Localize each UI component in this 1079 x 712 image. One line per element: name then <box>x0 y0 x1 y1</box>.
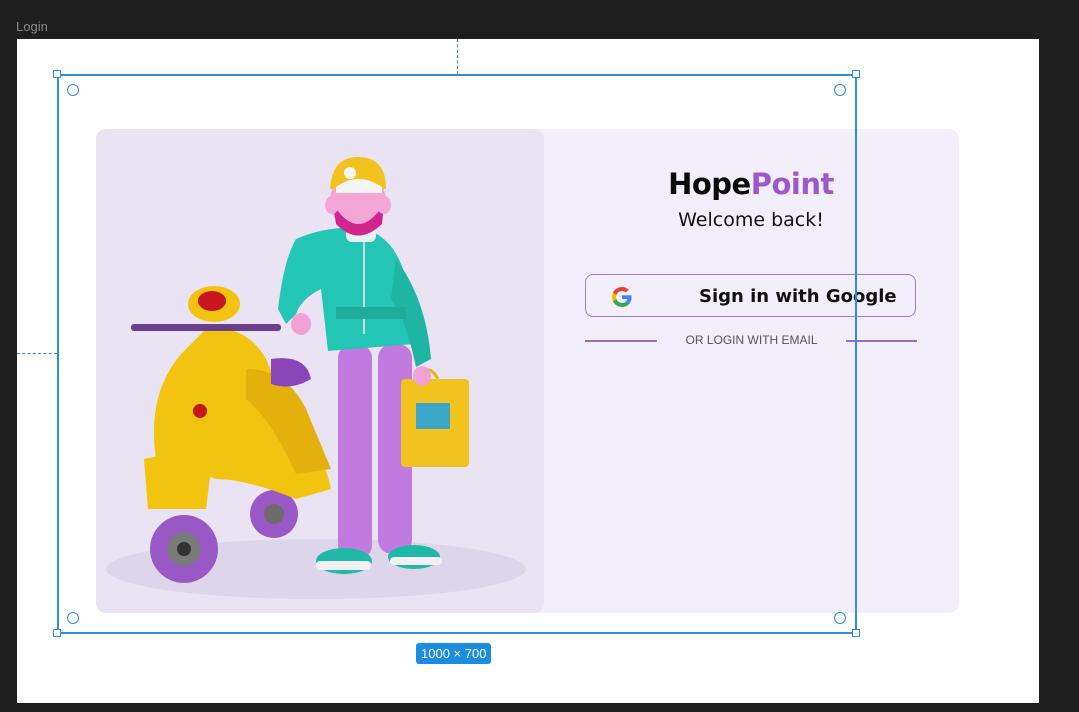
welcome-heading: Welcome back! <box>678 209 824 231</box>
resize-handle-bottom-left[interactable] <box>53 629 61 637</box>
frame-name-label[interactable]: Login <box>16 19 48 34</box>
login-card: HopePoint Welcome back! Sign in with Goo… <box>96 129 959 613</box>
illustration-panel <box>96 129 544 613</box>
rotate-handle-top-right[interactable] <box>834 84 846 96</box>
brand-name-part2: Point <box>750 167 835 201</box>
vertical-guide <box>457 39 458 74</box>
rotate-handle-top-left[interactable] <box>67 84 79 96</box>
google-button-label: Sign in with Google <box>699 286 897 307</box>
resize-handle-bottom-right[interactable] <box>852 629 860 637</box>
divider-line-left <box>585 340 657 342</box>
selection-size-badge: 1000 × 700 <box>416 643 492 664</box>
resize-handle-top-right[interactable] <box>852 70 860 78</box>
rotate-handle-bottom-left[interactable] <box>67 612 79 624</box>
google-g-icon <box>612 286 632 307</box>
resize-handle-top-left[interactable] <box>53 70 61 78</box>
sign-in-with-google-button[interactable]: Sign in with Google <box>585 274 916 317</box>
brand-name-part1: Hope <box>668 167 751 201</box>
horizontal-guide <box>17 353 57 354</box>
brand-logo: HopePoint <box>656 167 846 201</box>
rotate-handle-bottom-right[interactable] <box>834 612 846 624</box>
divider-line-right <box>846 340 917 342</box>
scooter-person-illustration <box>106 157 526 599</box>
divider-text: OR LOGIN WITH EMAIL <box>685 333 818 347</box>
email-divider: OR LOGIN WITH EMAIL <box>585 331 917 351</box>
